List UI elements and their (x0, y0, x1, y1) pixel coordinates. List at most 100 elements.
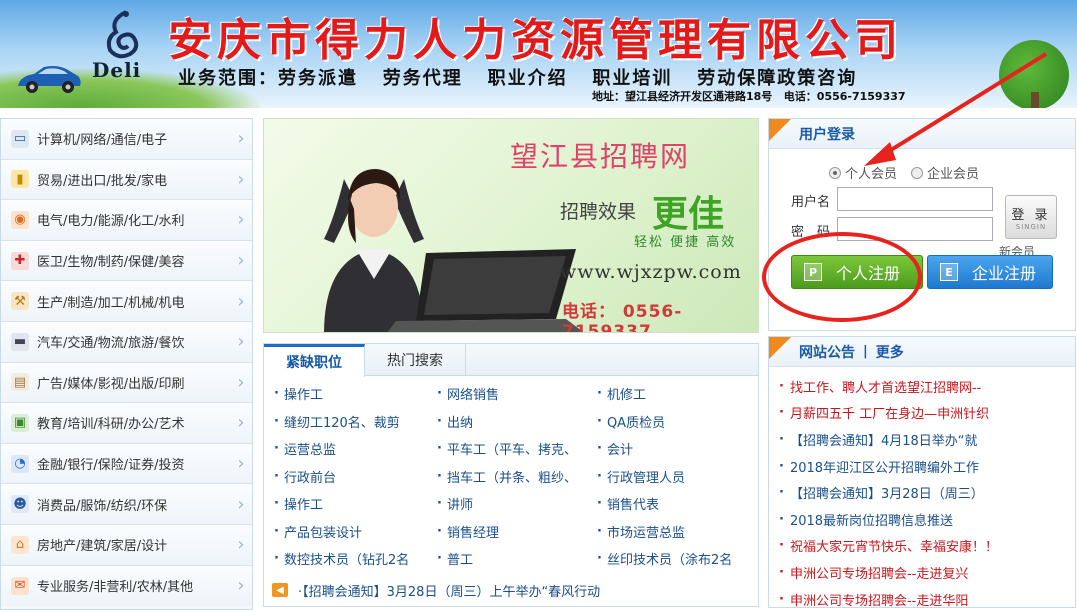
sidebar-item-label: 教育/培训/科研/办公/艺术 (37, 417, 185, 433)
business-scope: 业务范围：劳务派遣 劳务代理 职业介绍 职业培训 劳动保障政策咨询 (178, 68, 858, 89)
tab-urgent-jobs[interactable]: 紧缺职位 (264, 344, 365, 377)
chevron-right-icon: › (237, 168, 245, 190)
notice-item[interactable]: 申洲公司专场招聘会--走进复兴 (779, 559, 1075, 586)
radio-company[interactable]: 企业会员 (911, 163, 979, 182)
job-link[interactable]: 丝印技术员（涂布2名 (597, 545, 747, 573)
company-name: 安庆市得力人力资源管理有限公司 (168, 15, 903, 66)
personal-badge-icon: P (804, 263, 822, 281)
notice-box: 网站公告 | 更多 找工作、聘人才首选望江招聘网--月薪四五千 工厂在身边—申洲… (768, 336, 1076, 609)
radio-company-label: 企业会员 (927, 167, 980, 182)
login-button[interactable]: 登 录 SINGIN (1005, 195, 1057, 239)
sidebar-item-auto[interactable]: ▬ 汽车/交通/物流/旅游/餐饮 › (1, 321, 252, 363)
job-link[interactable]: 市场运营总监 (597, 518, 747, 546)
job-link[interactable]: 缝纫工120名、裁剪 (274, 408, 437, 436)
notice-item[interactable]: 申洲公司专场招聘会--走进华阳 (779, 586, 1075, 612)
sidebar-item-label: 广告/媒体/影视/出版/印刷 (37, 376, 185, 392)
chevron-right-icon: › (237, 128, 245, 150)
slide-keywords: 轻松 便捷 高效 (634, 235, 737, 250)
sidebar-item-medical[interactable]: ✚ 医卫/生物/制药/保健/美容 › (1, 240, 252, 282)
coins-icon: ▮ (11, 170, 29, 189)
job-link[interactable]: 销售代表 (597, 490, 747, 518)
chevron-right-icon: › (237, 412, 245, 434)
job-link[interactable]: 挡车工（并条、粗纱、 (437, 463, 597, 491)
job-link[interactable]: 产品包装设计 (274, 518, 437, 546)
notice-item[interactable]: 【招聘会通知】4月18日举办“就 (779, 426, 1075, 453)
job-link[interactable]: 操作工 (274, 490, 437, 518)
notice-item[interactable]: 祝福大家元宵节快乐、幸福安康！！ (779, 533, 1075, 560)
sidebar-item-manufacturing[interactable]: ⚒ 生产/制造/加工/机械/机电 › (1, 281, 252, 322)
pie-chart-icon: ◔ (11, 454, 29, 473)
sidebar-item-label: 电气/电力/能源/化工/水利 (37, 214, 185, 230)
sidebar-item-label: 金融/银行/保险/证券/投资 (37, 458, 185, 474)
job-link[interactable]: 讲师 (437, 490, 597, 518)
sidebar-item-label: 生产/制造/加工/机械/机电 (37, 295, 185, 311)
sidebar-item-label: 房地产/建筑/家居/设计 (37, 539, 168, 555)
job-link[interactable]: 出纳 (437, 408, 597, 436)
login-title: 用户登录 (799, 126, 855, 143)
job-link[interactable]: 普工 (437, 545, 597, 573)
job-link[interactable]: 数控技术员（钻孔2名 (274, 545, 437, 573)
more-link[interactable]: 更多 (876, 342, 904, 362)
computer-icon: ▭ (11, 129, 29, 148)
slide-url: www.wjxzpw.com (560, 261, 742, 283)
job-link[interactable]: 行政管理人员 (597, 463, 747, 491)
speaker-icon: ◀ (272, 583, 288, 597)
notice-title: 网站公告 (799, 344, 855, 361)
sidebar-item-computer[interactable]: ▭ 计算机/网络/通信/电子 › (1, 119, 252, 160)
slide-better-text: 更佳 (652, 194, 725, 235)
radio-personal-label: 个人会员 (845, 167, 898, 182)
login-button-sublabel: SINGIN (1015, 222, 1047, 231)
sidebar-item-services[interactable]: ✉ 专业服务/非营利/农林/其他 › (1, 565, 252, 607)
register-company-button[interactable]: E 企业注册 (927, 255, 1053, 289)
radio-dot-checked (829, 166, 841, 179)
job-link[interactable]: 行政前台 (274, 463, 437, 491)
sidebar-item-energy[interactable]: ◉ 电气/电力/能源/化工/水利 › (1, 200, 252, 241)
register-personal-button[interactable]: P 个人注册 (791, 255, 923, 289)
notice-list: 找工作、聘人才首选望江招聘网--月薪四五千 工厂在身边—申洲针织【招聘会通知】4… (769, 367, 1075, 612)
sidebar-item-consumer[interactable]: ☻ 消费品/服饰/纺织/环保 › (1, 484, 252, 525)
sidebar-item-label: 计算机/网络/通信/电子 (37, 133, 168, 149)
radio-personal[interactable]: 个人会员 (829, 163, 897, 182)
hammer-icon: ⚒ (11, 292, 29, 311)
notice-item[interactable]: 找工作、聘人才首选望江招聘网-- (779, 373, 1075, 400)
promo-slide[interactable]: 望江县招聘网 招聘效果 更佳 轻松 便捷 高效 www.wjxzpw.com 电… (263, 118, 759, 333)
chevron-right-icon: › (237, 331, 245, 353)
tab-hot-search[interactable]: 热门搜索 (365, 344, 466, 376)
notice-item[interactable]: 2018最新岗位招聘信息推送 (779, 506, 1075, 533)
job-link[interactable]: 运营总监 (274, 435, 437, 463)
sidebar-item-education[interactable]: ▣ 教育/培训/科研/办公/艺术 › (1, 403, 252, 444)
chevron-right-icon: › (237, 575, 245, 597)
job-link[interactable]: 销售经理 (437, 518, 597, 546)
register-personal-label: 个人注册 (836, 264, 901, 283)
slide-title: 望江县招聘网 (510, 140, 691, 173)
car-icon (18, 66, 81, 93)
logo-icon (106, 10, 139, 59)
sidebar-item-trade[interactable]: ▮ 贸易/进出口/批发/家电 › (1, 159, 252, 201)
job-link[interactable]: 操作工 (274, 380, 437, 408)
notice-item[interactable]: 【招聘会通知】3月28日（周三） (779, 479, 1075, 506)
username-field[interactable] (837, 187, 993, 211)
corner-accent (769, 337, 791, 359)
job-link[interactable]: 网络销售 (437, 380, 597, 408)
notice-item[interactable]: 2018年迎江区公开招聘编外工作 (779, 453, 1075, 480)
medical-icon: ✚ (11, 251, 29, 270)
tree-trunk (1031, 92, 1039, 108)
sidebar-item-finance[interactable]: ◔ 金融/银行/保险/证券/投资 › (1, 443, 252, 485)
chevron-right-icon: › (237, 453, 245, 475)
sidebar-item-media[interactable]: ▤ 广告/媒体/影视/出版/印刷 › (1, 362, 252, 404)
job-link[interactable]: 会计 (597, 435, 747, 463)
jobs-ticker[interactable]: ◀ ·【招聘会通知】3月28日（周三）上午举办“春风行动 (272, 580, 750, 600)
notice-item[interactable]: 月薪四五千 工厂在身边—申洲针织 (779, 400, 1075, 427)
username-label: 用户名 (791, 195, 831, 210)
category-sidebar: ▭ 计算机/网络/通信/电子 › ▮ 贸易/进出口/批发/家电 › ◉ 电气/电力/能源/… (0, 118, 253, 610)
sidebar-item-realestate[interactable]: ⌂ 房地产/建筑/家居/设计 › (1, 524, 252, 566)
job-link[interactable]: 平车工（平车、拷克、 (437, 435, 597, 463)
register-company-label: 企业注册 (972, 264, 1037, 283)
login-button-label: 登 录 (1011, 207, 1051, 223)
jobs-panel: 紧缺职位 热门搜索 操作工网络销售机修工缝纫工120名、裁剪出纳QA质检员运营总… (263, 343, 759, 607)
password-field[interactable] (837, 217, 993, 241)
job-link[interactable]: 机修工 (597, 380, 747, 408)
sidebar-item-label: 专业服务/非营利/农林/其他 (37, 580, 194, 596)
sidebar-item-label: 医卫/生物/制药/保健/美容 (37, 255, 185, 271)
job-link[interactable]: QA质检员 (597, 408, 747, 436)
